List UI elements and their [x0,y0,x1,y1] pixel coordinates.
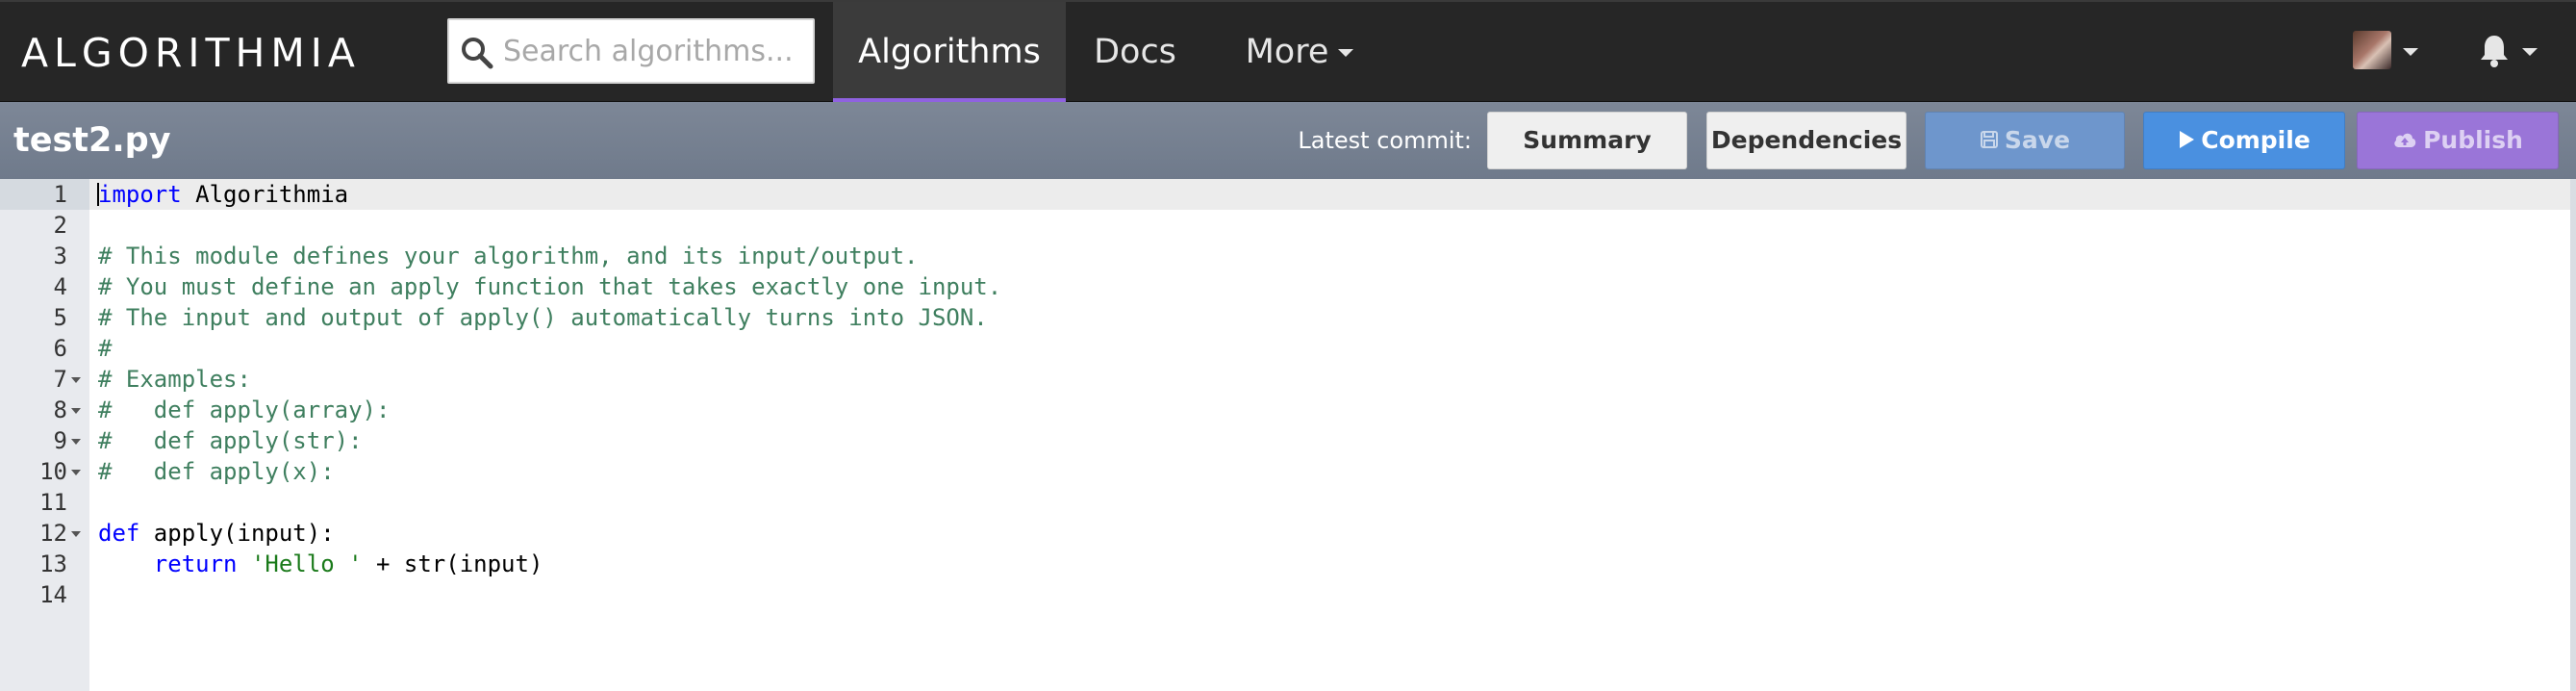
line-number: 14 [39,581,67,608]
fold-arrow-icon[interactable] [71,439,81,445]
user-menu[interactable] [2353,31,2420,73]
code-line[interactable]: 6 # [0,333,2570,364]
code-line[interactable]: 10 # def apply(x): [0,456,2570,487]
algorithmia-logo[interactable]: ALGORITHMIA [21,29,361,77]
bell-icon [2481,36,2508,67]
line-number: 6 [53,335,67,362]
floppy-disk-icon [1980,131,1998,148]
code-comment: # def apply(str): [98,427,363,454]
publish-button[interactable]: Publish [2357,112,2559,169]
nav-algorithms[interactable]: Algorithms [833,2,1066,102]
save-button-label: Save [2004,126,2071,154]
code-comment: # This module defines your algorithm, an… [98,243,919,269]
line-number: 10 [39,458,67,485]
line-number: 8 [53,397,67,423]
fold-arrow-icon[interactable] [71,408,81,414]
line-number: 12 [39,520,67,547]
nav-algorithms-label: Algorithms [858,33,1041,71]
dependencies-button[interactable]: Dependencies [1706,112,1907,169]
code-text: # This module defines your algorithm, an… [98,241,919,271]
save-button[interactable]: Save [1925,112,2125,169]
code-text: # Examples: [98,364,251,395]
code-line[interactable]: 4 # You must define an apply function tha… [0,271,2570,302]
dependencies-button-label: Dependencies [1710,126,1903,154]
code-comment: # You must define an apply function that… [98,273,1002,300]
chevron-down-icon [2403,48,2418,56]
code-line[interactable]: 7 # Examples: [0,364,2570,395]
search-input[interactable] [503,20,811,82]
summary-button-label: Summary [1523,126,1652,154]
code-line[interactable]: 8 # def apply(array): [0,395,2570,425]
nav-docs[interactable]: Docs [1066,2,1204,102]
code-line[interactable]: 11 [0,487,2570,518]
code-line[interactable]: 1 import Algorithmia [0,179,2570,210]
summary-button[interactable]: Summary [1487,112,1687,169]
text-cursor [97,183,99,206]
code-comment: # def apply(x): [98,458,335,485]
publish-button-label: Publish [2423,126,2523,154]
line-number: 3 [53,243,67,269]
compile-button[interactable]: Compile [2143,112,2345,169]
nav-more-label: More [1245,33,1329,71]
code-text: def apply(input): [98,518,335,549]
code-comment: # [98,335,113,362]
code-token: Algorithmia [181,181,349,208]
fold-arrow-icon[interactable] [71,377,81,383]
code-line[interactable]: 3 # This module defines your algorithm, a… [0,241,2570,271]
line-number: 11 [39,489,67,516]
code-token: + str(input) [362,550,543,577]
code-line[interactable]: 5 # The input and output of apply() autom… [0,302,2570,333]
code-comment: # Examples: [98,366,251,393]
code-text: import Algorithmia [98,179,348,210]
line-number: 5 [53,304,67,331]
chevron-down-icon [2522,48,2538,56]
notifications-menu[interactable] [2476,31,2543,73]
play-icon [2180,131,2195,148]
code-text: # The input and output of apply() automa… [98,302,988,333]
compile-button-label: Compile [2201,126,2311,154]
code-line[interactable]: 9 # def apply(str): [0,425,2570,456]
code-line[interactable]: 14 [0,579,2570,610]
code-keyword: def [98,520,140,547]
code-editor[interactable]: 1 import Algorithmia 2 3 # This module defin… [0,179,2576,691]
code-text: # def apply(x): [98,456,335,487]
cloud-upload-icon [2394,133,2416,147]
code-keyword: import [98,181,182,208]
line-number: 4 [53,273,67,300]
code-comment: # def apply(array): [98,397,391,423]
search-icon [462,38,493,69]
vertical-scrollbar[interactable] [2570,179,2576,691]
nav-docs-label: Docs [1094,33,1176,71]
fold-arrow-icon[interactable] [71,470,81,475]
editor-toolbar: test2.py Latest commit: Summary Dependen… [0,102,2576,179]
latest-commit-label: Latest commit: [1298,127,1472,154]
line-number: 1 [53,181,67,208]
code-string: 'Hello ' [250,550,363,577]
line-number: 9 [53,427,67,454]
code-keyword: return [153,550,238,577]
code-text: # def apply(array): [98,395,390,425]
top-navbar: ALGORITHMIA Algorithms Docs More [0,0,2576,102]
code-line[interactable]: 13 return 'Hello ' + str(input) [0,549,2570,579]
line-number: 13 [39,550,67,577]
code-token: apply(input): [139,520,335,547]
code-text: # You must define an apply function that… [98,271,1001,302]
code-comment: # The input and output of apply() automa… [98,304,988,331]
avatar [2353,31,2391,69]
chevron-down-icon [1338,49,1354,57]
fold-arrow-icon[interactable] [71,531,81,537]
code-line[interactable]: 12 def apply(input): [0,518,2570,549]
line-number: 2 [53,212,67,239]
file-name: test2.py [13,121,171,160]
code-text: # def apply(str): [98,425,363,456]
line-number: 7 [53,366,67,393]
search-box[interactable] [447,18,815,84]
code-line[interactable]: 2 [0,210,2570,241]
nav-more-dropdown[interactable]: More [1208,2,1391,102]
code-text: return 'Hello ' + str(input) [98,549,543,579]
code-text: # [98,333,112,364]
